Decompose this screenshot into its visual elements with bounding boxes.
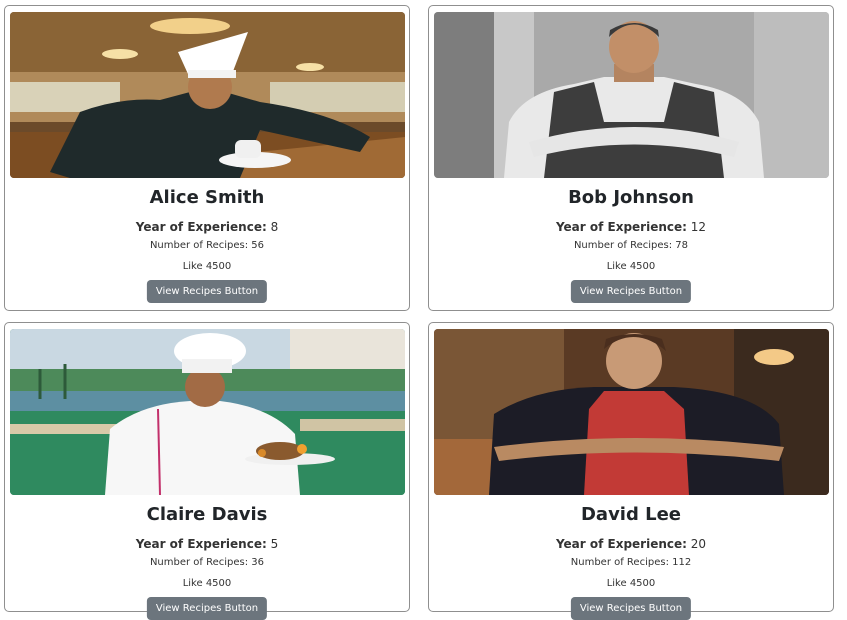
experience-row: Year of Experience: 20 — [429, 537, 833, 551]
view-recipes-button[interactable]: View Recipes Button — [146, 597, 268, 620]
recipes-count: Number of Recipes: 112 — [570, 557, 692, 568]
likes-count: Like 4500 — [606, 578, 656, 589]
experience-label: Year of Experience: — [555, 220, 687, 234]
experience-value: 12 — [690, 220, 707, 234]
likes-count: Like 4500 — [606, 261, 656, 272]
chef-name: Claire Davis — [146, 504, 268, 525]
chef-card: Alice Smith Year of Experience: 8 Number… — [4, 5, 410, 311]
experience-label: Year of Experience: — [135, 220, 267, 234]
recipes-count: Number of Recipes: 56 — [149, 240, 265, 251]
recipes-count: Number of Recipes: 36 — [149, 557, 265, 568]
recipes-count: Number of Recipes: 78 — [573, 240, 689, 251]
chef-name: Bob Johnson — [568, 187, 694, 208]
experience-row: Year of Experience: 5 — [5, 537, 409, 551]
experience-value: 5 — [270, 537, 279, 551]
experience-value: 8 — [270, 220, 279, 234]
experience-value: 20 — [690, 537, 707, 551]
chef-card: David Lee Year of Experience: 20 Number … — [428, 322, 834, 620]
chef-card: Bob Johnson Year of Experience: 12 Numbe… — [428, 5, 834, 311]
experience-row: Year of Experience: 8 — [5, 220, 409, 234]
experience-row: Year of Experience: 12 — [429, 220, 833, 234]
experience-label: Year of Experience: — [555, 537, 687, 551]
likes-count: Like 4500 — [182, 578, 232, 589]
chef-photo — [10, 12, 405, 178]
chef-photo — [10, 329, 405, 495]
chef-name: David Lee — [580, 504, 682, 525]
chef-card: Claire Davis Year of Experience: 5 Numbe… — [4, 322, 410, 620]
view-recipes-button[interactable]: View Recipes Button — [570, 597, 692, 620]
chef-photo — [434, 12, 829, 178]
view-recipes-button[interactable]: View Recipes Button — [146, 280, 268, 303]
view-recipes-button[interactable]: View Recipes Button — [570, 280, 692, 303]
chef-photo — [434, 329, 829, 495]
chef-name: Alice Smith — [149, 187, 265, 208]
likes-count: Like 4500 — [182, 261, 232, 272]
experience-label: Year of Experience: — [135, 537, 267, 551]
